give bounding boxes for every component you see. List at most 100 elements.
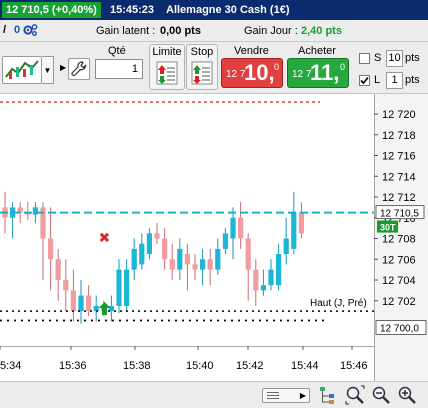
scroll-right-icon[interactable]: ▶ bbox=[300, 391, 306, 400]
order-toolbar: ▼ ▶ Qté 1 Limite Stop Vendre Acheter 12 … bbox=[0, 42, 428, 94]
stop-order-icon bbox=[191, 61, 213, 85]
candle-body-up bbox=[93, 305, 99, 312]
candle-body-up bbox=[283, 238, 289, 255]
chart-type-button[interactable] bbox=[2, 56, 42, 84]
tree-icon[interactable] bbox=[318, 385, 338, 405]
candle-body-up bbox=[177, 248, 183, 270]
title-bar: 12 710,5 (+0,40%) 15:45:23 Allemagne 30 … bbox=[0, 0, 428, 20]
timeframe-badge-label: 30T bbox=[380, 223, 396, 233]
limit-order-icon bbox=[156, 61, 178, 85]
price-chart[interactable]: 12 72012 71812 71612 71412 71212 71012 7… bbox=[0, 94, 428, 381]
sell-price-prefix: 12 7 bbox=[226, 69, 246, 80]
stop-checkbox[interactable] bbox=[359, 53, 370, 64]
daily-gain-label: Gain Jour : bbox=[244, 25, 298, 37]
buy-price-prefix: 12 7 bbox=[292, 69, 312, 80]
clock-time: 15:45:23 bbox=[110, 4, 155, 16]
candle-body-down bbox=[154, 233, 160, 239]
candle-body-up bbox=[124, 269, 130, 306]
latent-gain-value: 0,00 pts bbox=[160, 25, 201, 37]
instrument-name: Allemagne 30 Cash (1€) bbox=[166, 4, 290, 16]
expand-arrow-icon[interactable]: ▶ bbox=[60, 63, 66, 72]
candle-body-down bbox=[298, 212, 304, 234]
candle-body-down bbox=[70, 290, 76, 312]
buy-button[interactable]: 12 7 11, 0 bbox=[287, 58, 349, 88]
candle-body-up bbox=[291, 212, 297, 249]
zoom-in-icon[interactable] bbox=[397, 385, 417, 405]
candle-body-down bbox=[192, 264, 198, 270]
gears-icon[interactable] bbox=[22, 23, 38, 37]
y-tick-label: 12 708 bbox=[382, 234, 416, 246]
previous-high-label: Haut (J, Pré) bbox=[310, 298, 367, 309]
zoom-out-icon[interactable] bbox=[371, 385, 391, 405]
horizontal-scroll-control[interactable]: ▶ bbox=[262, 388, 310, 403]
slash-separator: / bbox=[3, 24, 7, 36]
candle-body-down bbox=[207, 259, 213, 270]
quantity-label: Qté bbox=[108, 45, 126, 57]
y-tick-label: 12 714 bbox=[382, 171, 416, 183]
x-tick-label: 15:40 bbox=[186, 360, 214, 372]
chart-type-icon bbox=[5, 60, 39, 79]
limit-order-button[interactable]: Limite bbox=[149, 44, 185, 90]
stop-order-button[interactable]: Stop bbox=[186, 44, 218, 90]
candle-body-down bbox=[184, 254, 190, 265]
candle-body-up bbox=[230, 217, 236, 239]
x-tick-label: 15:44 bbox=[291, 360, 319, 372]
candlestick-chart[interactable]: 12 72012 71812 71612 71412 71212 71012 7… bbox=[0, 94, 428, 381]
chart-type-dropdown[interactable]: ▼ bbox=[42, 56, 54, 84]
limit-checkbox[interactable] bbox=[359, 75, 370, 86]
zoom-reset-icon[interactable] bbox=[345, 385, 365, 405]
candle-body-down bbox=[86, 295, 92, 312]
limit-checkbox-label: L bbox=[374, 74, 381, 86]
chart-bottom-toolbar: ▶ bbox=[0, 381, 428, 408]
y-tick-label: 12 704 bbox=[382, 275, 416, 287]
candle-body-down bbox=[63, 280, 69, 291]
sell-marker-icon: ✖ bbox=[99, 231, 111, 247]
buy-price-main: 11, bbox=[310, 60, 340, 85]
x-tick-label: 15:36 bbox=[59, 360, 87, 372]
latent-gain-label: Gain latent : bbox=[96, 25, 156, 37]
candle-body-up bbox=[146, 233, 152, 255]
y-tick-label: 12 718 bbox=[382, 130, 416, 142]
sell-price-main: 10, bbox=[244, 60, 275, 85]
settings-button[interactable] bbox=[68, 58, 90, 80]
candle-body-down bbox=[48, 238, 54, 260]
candle-body-up bbox=[200, 259, 206, 270]
candle-body-up bbox=[215, 248, 221, 270]
stop-points-input[interactable]: 10 bbox=[386, 50, 403, 67]
candle-body-up bbox=[260, 285, 266, 291]
y-tick-label: 12 712 bbox=[382, 192, 416, 204]
x-tick-label: 15:38 bbox=[123, 360, 151, 372]
candle-body-up bbox=[116, 269, 122, 306]
candle-body-down bbox=[169, 259, 175, 270]
candle-body-down bbox=[55, 259, 61, 280]
limit-points-unit: pts bbox=[405, 74, 420, 86]
candle-body-down bbox=[253, 269, 259, 291]
x-tick-label: 15:42 bbox=[236, 360, 264, 372]
candle-body-up bbox=[78, 295, 84, 312]
stop-points-unit: pts bbox=[405, 52, 420, 64]
buy-label: Acheter bbox=[298, 45, 336, 57]
sell-price-fraction: 0 bbox=[274, 62, 280, 72]
y-tick-label: 12 702 bbox=[382, 296, 416, 308]
limit-points-input[interactable]: 1 bbox=[386, 72, 403, 89]
quantity-input[interactable]: 1 bbox=[95, 59, 143, 79]
sell-button[interactable]: 12 7 10, 0 bbox=[221, 58, 283, 88]
daily-gain-value: 2,40 pts bbox=[301, 25, 342, 37]
order-count: 0 bbox=[14, 24, 21, 36]
candle-body-down bbox=[245, 238, 251, 270]
x-tick-label: 15:46 bbox=[340, 360, 368, 372]
price-change-badge: 12 710,5 (+0,40%) bbox=[2, 2, 101, 18]
info-bar: / 0 Gain latent : 0,00 pts Gain Jour : 2… bbox=[0, 20, 428, 42]
stop-checkbox-label: S bbox=[374, 52, 382, 64]
candle-body-down bbox=[238, 217, 244, 239]
y-tick-label: 12 720 bbox=[382, 109, 416, 121]
lower-price-label: 12 700,0 bbox=[380, 324, 419, 335]
x-tick-label: 5:34 bbox=[0, 360, 21, 372]
stop-label: Stop bbox=[190, 46, 214, 58]
checkmark-icon bbox=[360, 76, 369, 85]
limit-label: Limite bbox=[152, 46, 182, 58]
candle-body-down bbox=[162, 238, 168, 260]
candle-body-up bbox=[131, 248, 137, 270]
scroll-grip-icon bbox=[267, 392, 279, 399]
buy-price-fraction: 0 bbox=[340, 62, 346, 72]
